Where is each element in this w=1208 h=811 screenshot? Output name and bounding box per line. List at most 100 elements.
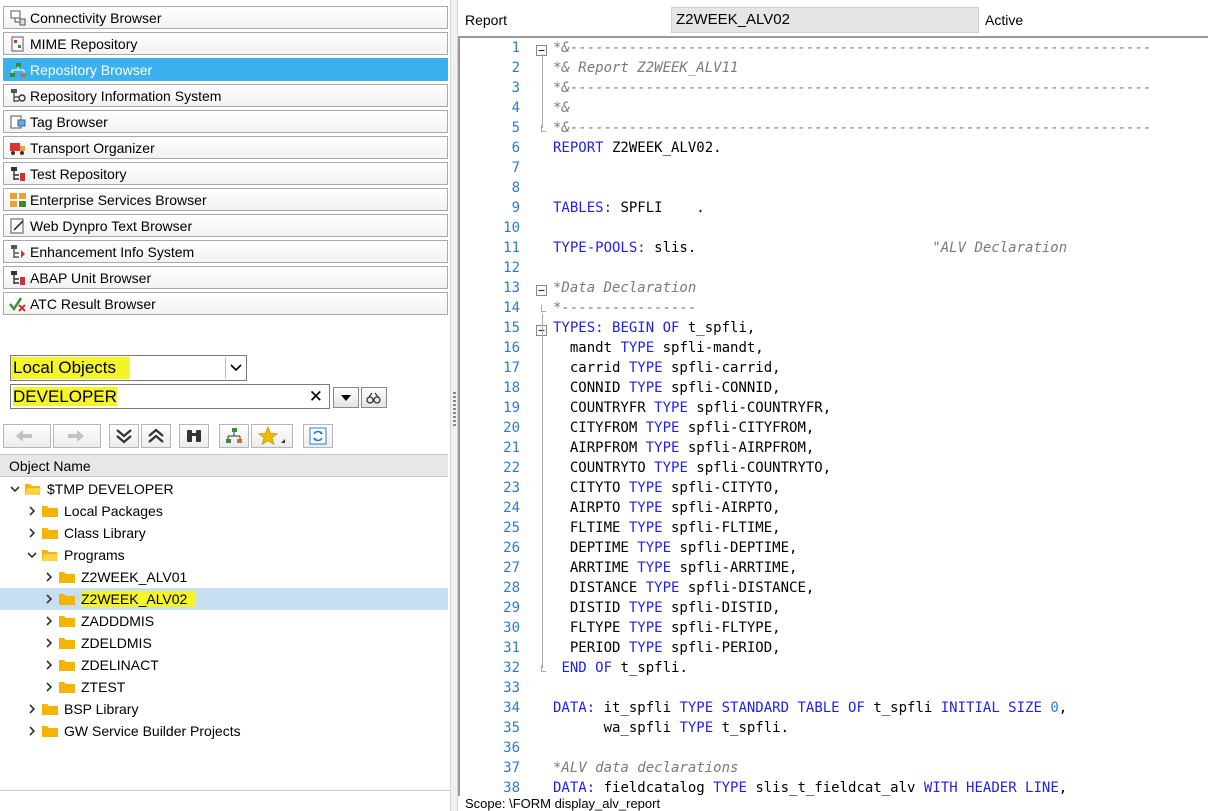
code-line[interactable]: 20 CITYFROM TYPE spfli-CITYFROM, <box>460 418 1208 438</box>
tree-column-header[interactable]: Object Name <box>0 454 448 477</box>
code-line[interactable]: 6 REPORT Z2WEEK_ALV02. <box>460 138 1208 158</box>
code-line[interactable]: 23 CITYTO TYPE spfli-CITYTO, <box>460 478 1208 498</box>
collapse-block-icon[interactable] <box>536 282 547 296</box>
value-help-button[interactable] <box>333 387 359 408</box>
tree-row[interactable]: Programs <box>0 544 448 566</box>
chevron-right-icon[interactable] <box>44 660 54 670</box>
splitter-grip-icon[interactable] <box>453 392 456 428</box>
code-line[interactable]: 10 <box>460 218 1208 238</box>
user-name-input[interactable]: DEVELOPER ✕ <box>10 384 330 409</box>
code-line[interactable]: 5 *&-------------------------------------… <box>460 118 1208 138</box>
code-token: spfli-FLTIME, <box>662 520 781 536</box>
nav-button-web-dynpro[interactable]: Web Dynpro Text Browser <box>3 214 448 237</box>
code-line[interactable]: 8 <box>460 178 1208 198</box>
code-line[interactable]: 13 *Data Declaration <box>460 278 1208 298</box>
code-line[interactable]: 36 <box>460 738 1208 758</box>
tree-row[interactable]: GW Service Builder Projects <box>0 720 448 742</box>
code-line[interactable]: 18 CONNID TYPE spfli-CONNID, <box>460 378 1208 398</box>
nav-button-connectivity[interactable]: Connectivity Browser <box>3 6 448 29</box>
forward-button[interactable] <box>53 424 101 448</box>
horizontal-scrollbar[interactable] <box>0 790 450 811</box>
object-type-dropdown[interactable]: Local Objects <box>10 355 247 381</box>
double-chevron-down-icon <box>116 429 132 444</box>
chevron-down-icon[interactable] <box>225 357 245 379</box>
code-line[interactable]: 7 <box>460 158 1208 178</box>
collapse-block-icon[interactable] <box>536 42 547 56</box>
chevron-right-icon[interactable] <box>44 682 54 692</box>
favorites-button[interactable] <box>251 424 293 448</box>
nav-button-test-repository[interactable]: Test Repository <box>3 162 448 185</box>
code-line[interactable]: 12 <box>460 258 1208 278</box>
code-line[interactable]: 27 ARRTIME TYPE spfli-ARRTIME, <box>460 558 1208 578</box>
code-line[interactable]: 24 AIRPTO TYPE spfli-AIRPTO, <box>460 498 1208 518</box>
nav-button-tag-browser[interactable]: Tag Browser <box>3 110 448 133</box>
code-line[interactable]: 31 PERIOD TYPE spfli-PERIOD, <box>460 638 1208 658</box>
nav-button-repository-browser[interactable]: Repository Browser <box>3 58 448 81</box>
collapse-all-button[interactable] <box>141 424 171 448</box>
chevron-right-icon[interactable] <box>27 506 37 516</box>
tree-row[interactable]: Z2WEEK_ALV02 <box>0 588 448 610</box>
tree-row[interactable]: Class Library <box>0 522 448 544</box>
editor-status-bar: Scope: \FORM display_alv_report <box>458 796 1208 811</box>
code-line[interactable]: 19 COUNTRYFR TYPE spfli-COUNTRYFR, <box>460 398 1208 418</box>
code-line[interactable]: 11 TYPE-POOLS: slis. "ALV Declaration <box>460 238 1208 258</box>
code-line[interactable]: 33 <box>460 678 1208 698</box>
nav-button-transport[interactable]: Transport Organizer <box>3 136 448 159</box>
nav-button-enterprise-services[interactable]: Enterprise Services Browser <box>3 188 448 211</box>
code-line[interactable]: 9 TABLES: SPFLI . <box>460 198 1208 218</box>
nav-button-enhancement[interactable]: Enhancement Info System <box>3 240 448 263</box>
expand-all-button[interactable] <box>109 424 139 448</box>
code-line[interactable]: 30 FLTYPE TYPE spfli-FLTYPE, <box>460 618 1208 638</box>
code-line[interactable]: 28 DISTANCE TYPE spfli-DISTANCE, <box>460 578 1208 598</box>
tree-row[interactable]: BSP Library <box>0 698 448 720</box>
code-line[interactable]: 22 COUNTRYTO TYPE spfli-COUNTRYTO, <box>460 458 1208 478</box>
find-button[interactable] <box>179 424 209 448</box>
nav-button-abap-unit[interactable]: ABAP Unit Browser <box>3 266 448 289</box>
tree-row[interactable]: ZADDDMIS <box>0 610 448 632</box>
tree-row[interactable]: ZDELINACT <box>0 654 448 676</box>
code-line[interactable]: 1 *&-------------------------------------… <box>460 38 1208 58</box>
code-line[interactable]: 34 DATA: it_spfli TYPE STANDARD TABLE OF … <box>460 698 1208 718</box>
nav-button-atc-result[interactable]: ATC Result Browser <box>3 292 448 315</box>
display-button[interactable] <box>361 387 387 408</box>
code-line[interactable]: 37 *ALV data declarations <box>460 758 1208 778</box>
tree-row[interactable]: ZTEST <box>0 676 448 698</box>
code-line[interactable]: 21 AIRPFROM TYPE spfli-AIRPFROM, <box>460 438 1208 458</box>
keyword-token: TYPE <box>645 420 680 436</box>
nav-button-repository-info[interactable]: Repository Information System <box>3 84 448 107</box>
refresh-button[interactable] <box>303 424 333 448</box>
chevron-right-icon[interactable] <box>27 726 37 736</box>
code-line[interactable]: 15 TYPES: BEGIN OF t_spfli, <box>460 318 1208 338</box>
code-line[interactable]: 25 FLTIME TYPE spfli-FLTIME, <box>460 518 1208 538</box>
code-editor[interactable]: 1 *&-------------------------------------… <box>458 36 1208 796</box>
chevron-down-icon[interactable] <box>10 484 20 494</box>
chevron-right-icon[interactable] <box>27 704 37 714</box>
code-line[interactable]: 17 carrid TYPE spfli-carrid, <box>460 358 1208 378</box>
code-line[interactable]: 14 *---------------- <box>460 298 1208 318</box>
tree-row[interactable]: $TMP DEVELOPER <box>0 478 448 500</box>
code-line[interactable]: 26 DEPTIME TYPE spfli-DEPTIME, <box>460 538 1208 558</box>
code-line[interactable]: 16 mandt TYPE spfli-mandt, <box>460 338 1208 358</box>
tree-row[interactable]: Z2WEEK_ALV01 <box>0 566 448 588</box>
code-line[interactable]: 4 *& <box>460 98 1208 118</box>
code-line[interactable]: 2 *& Report Z2WEEK_ALV11 <box>460 58 1208 78</box>
hierarchy-button[interactable] <box>219 424 249 448</box>
back-button[interactable] <box>3 424 51 448</box>
code-line[interactable]: 35 wa_spfli TYPE t_spfli. <box>460 718 1208 738</box>
chevron-right-icon[interactable] <box>44 638 54 648</box>
chevron-right-icon[interactable] <box>44 594 54 604</box>
clear-icon[interactable]: ✕ <box>309 385 323 408</box>
code-line[interactable]: 32 END OF t_spfli. <box>460 658 1208 678</box>
code-line[interactable]: 29 DISTID TYPE spfli-DISTID, <box>460 598 1208 618</box>
code-line[interactable]: 38 DATA: fieldcatalog TYPE slis_t_fieldca… <box>460 778 1208 796</box>
code-line[interactable]: 3 *&-------------------------------------… <box>460 78 1208 98</box>
chevron-right-icon[interactable] <box>44 572 54 582</box>
chevron-right-icon[interactable] <box>27 528 37 538</box>
chevron-right-icon[interactable] <box>44 616 54 626</box>
pane-splitter[interactable] <box>450 0 458 811</box>
tree-row[interactable]: Local Packages <box>0 500 448 522</box>
tree-row[interactable]: ZDELDMIS <box>0 632 448 654</box>
line-number: 2 <box>511 60 520 76</box>
nav-button-mime-repository[interactable]: MIME Repository <box>3 32 448 55</box>
chevron-down-icon[interactable] <box>27 550 37 560</box>
